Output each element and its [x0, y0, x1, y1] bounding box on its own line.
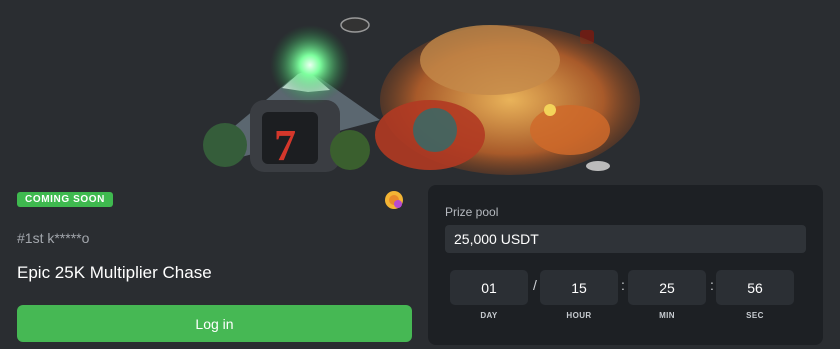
event-title: Epic 25K Multiplier Chase — [17, 263, 212, 282]
leader-rank: #1st k*****o — [17, 230, 90, 246]
login-button[interactable]: Log in — [17, 305, 412, 342]
countdown-hour-label: HOUR — [566, 311, 592, 320]
prize-countdown-panel: Prize pool 25,000 USDT 01 / 15 : 25 : 56… — [428, 185, 823, 345]
prize-pool-value: 25,000 USDT — [445, 225, 806, 253]
coin-stack-icon — [384, 190, 404, 210]
prize-pool-label: Prize pool — [445, 205, 499, 219]
countdown-sec-label: SEC — [746, 311, 764, 320]
countdown-hour: 15 — [540, 270, 618, 305]
countdown-sec: 56 — [716, 270, 794, 305]
countdown-separator: / — [533, 277, 537, 293]
countdown-separator: : — [621, 277, 625, 293]
svg-text:7: 7 — [274, 121, 296, 170]
countdown-day: 01 — [450, 270, 528, 305]
countdown-min: 25 — [628, 270, 706, 305]
countdown-min-label: MIN — [659, 311, 675, 320]
status-badge: COMING SOON — [17, 192, 113, 207]
countdown-day-label: DAY — [480, 311, 498, 320]
hero-banner-illustration: 7 — [190, 0, 650, 176]
